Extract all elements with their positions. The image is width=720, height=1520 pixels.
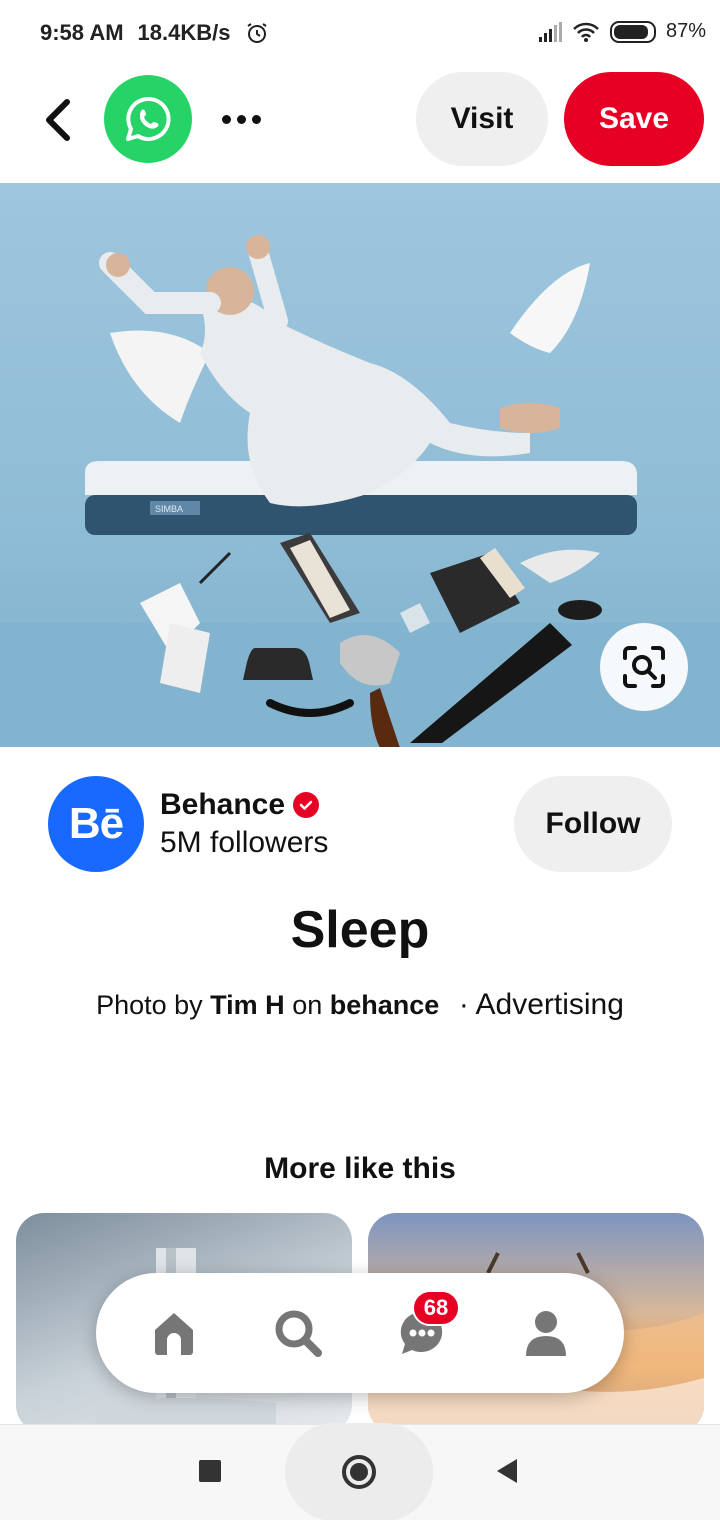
bottom-navigation: 68	[96, 1273, 624, 1393]
signal-icon	[538, 21, 562, 42]
profile-icon	[526, 1311, 566, 1356]
whatsapp-icon	[126, 96, 171, 141]
triangle-back-icon	[497, 1459, 517, 1483]
battery-icon	[609, 20, 656, 43]
status-right: 87%	[538, 20, 706, 43]
save-button[interactable]: Save	[564, 72, 704, 166]
visit-button[interactable]: Visit	[416, 72, 548, 166]
status-bar: 9:58 AM 18.4KB/s 87%	[0, 0, 720, 70]
home-icon	[155, 1313, 193, 1355]
battery-level: 87%	[665, 20, 706, 42]
notification-badge: 68	[412, 1290, 460, 1326]
follower-count: 5M followers	[160, 826, 329, 859]
search-icon	[275, 1310, 322, 1357]
chevron-left-icon	[46, 99, 70, 141]
system-recents-button[interactable]	[190, 1451, 230, 1491]
creator-name: Behance	[160, 788, 286, 821]
lens-search-icon	[623, 646, 665, 688]
wifi-icon	[573, 22, 599, 42]
circle-icon	[342, 1455, 376, 1489]
system-back-button[interactable]	[486, 1451, 526, 1491]
more-like-this-heading: More like this	[264, 1152, 456, 1185]
creator-name-row[interactable]: Behance	[160, 788, 320, 822]
system-navigation-bar	[0, 1423, 720, 1520]
more-dot-icon	[251, 114, 261, 124]
credit-on: on	[292, 990, 323, 1020]
mattress-brand-label: SIMBA	[155, 504, 183, 514]
network-speed: 18.4KB/s	[137, 20, 231, 45]
more-options-button[interactable]	[216, 104, 266, 134]
share-whatsapp-button[interactable]	[104, 75, 192, 163]
back-button[interactable]	[36, 92, 80, 148]
credit-prefix: Photo by	[96, 990, 203, 1020]
pin-title: Sleep	[290, 901, 430, 959]
status-time: 9:58 AM	[40, 20, 124, 45]
pin-action-bar: Visit Save	[0, 70, 720, 182]
pin-detail-screen: 9:58 AM 18.4KB/s 87% Visit Save SIMBA Bē…	[0, 0, 720, 1520]
more-dot-icon	[236, 114, 246, 124]
more-dot-icon	[221, 114, 231, 124]
verified-badge-icon	[293, 792, 320, 818]
square-icon	[199, 1460, 221, 1482]
alarm-icon	[246, 23, 267, 43]
creator-avatar[interactable]: Bē	[48, 776, 144, 872]
credit-author-link[interactable]: Tim H	[210, 990, 285, 1020]
pin-credit: Photo by Tim H on behance · Advertising	[0, 988, 720, 1022]
follow-button[interactable]: Follow	[514, 776, 672, 872]
visual-search-button[interactable]	[600, 623, 688, 711]
system-home-button[interactable]	[338, 1451, 380, 1493]
status-left: 9:58 AM 18.4KB/s	[40, 20, 269, 46]
nav-profile[interactable]	[516, 1303, 576, 1363]
creator-row: Bē Behance 5M followers Follow	[0, 770, 720, 880]
credit-category[interactable]: · Advertising	[459, 988, 624, 1021]
credit-source-link[interactable]: behance	[330, 990, 440, 1020]
nav-home[interactable]	[144, 1303, 204, 1363]
nav-search[interactable]	[268, 1303, 328, 1363]
